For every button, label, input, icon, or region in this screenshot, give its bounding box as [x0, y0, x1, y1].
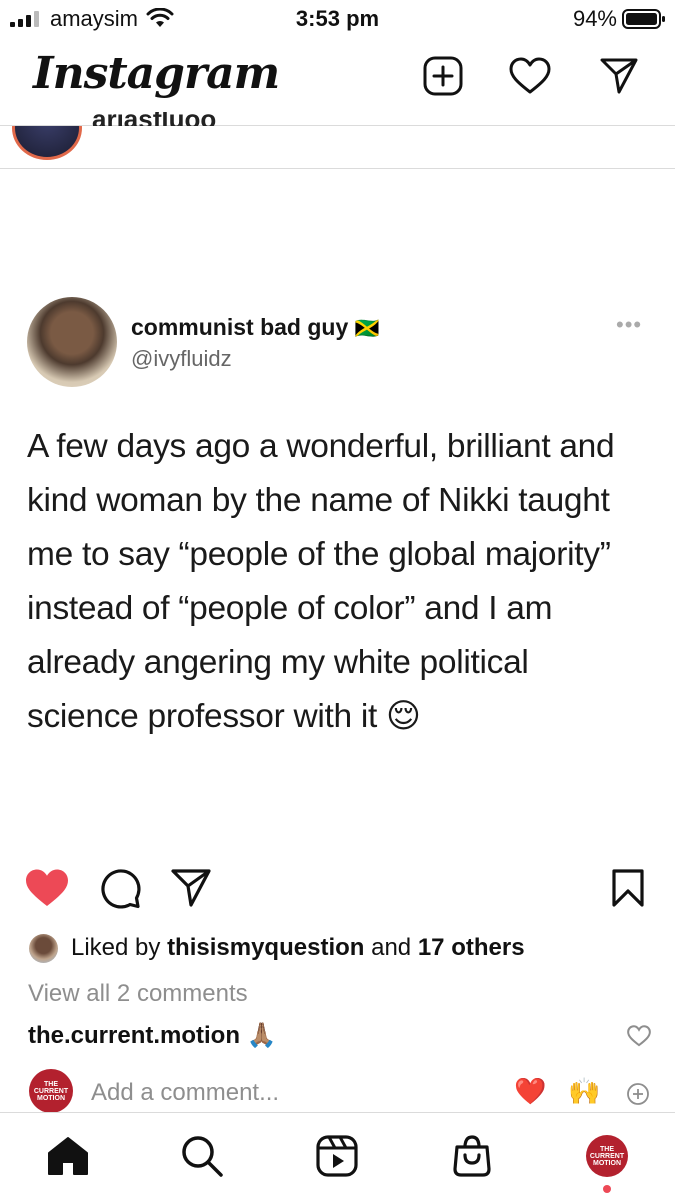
share-icon [171, 869, 211, 907]
liked-by-avatar[interactable] [29, 934, 58, 963]
share-button[interactable] [167, 864, 215, 912]
more-emoji-button[interactable] [624, 1080, 652, 1108]
reels-icon [316, 1135, 358, 1177]
heart-icon [509, 57, 551, 94]
story-divider [0, 168, 675, 169]
tweet-display-name: communist bad guy 🇯🇲 [131, 314, 380, 340]
quick-heart-emoji[interactable]: ❤️ [514, 1076, 546, 1107]
jamaica-flag-icon: 🇯🇲 [354, 318, 380, 340]
save-button[interactable] [604, 864, 652, 912]
tab-reels[interactable] [307, 1126, 367, 1186]
profile-notification-dot [603, 1185, 611, 1193]
activity-button[interactable] [508, 54, 552, 98]
home-icon [48, 1137, 88, 1175]
current-user-avatar: THE CURRENT MOTION [29, 1069, 73, 1113]
search-icon [182, 1136, 223, 1177]
like-button[interactable] [22, 864, 72, 912]
comment-text: 🙏🏽 [246, 1022, 277, 1049]
comment-username[interactable]: the.current.motion [28, 1022, 240, 1049]
story-avatar[interactable] [12, 126, 82, 160]
tweet-handle: @ivyfluidz [131, 346, 232, 371]
tab-search[interactable] [172, 1126, 232, 1186]
comment-button[interactable] [96, 864, 144, 912]
liked-by-user[interactable]: thisismyquestion [167, 934, 364, 961]
liked-by-text[interactable]: Liked by thisismyquestion and 17 others [71, 934, 525, 962]
instagram-logo: Instagram [33, 48, 280, 99]
battery-icon [622, 9, 666, 34]
shop-icon [453, 1135, 491, 1177]
new-post-button[interactable] [421, 54, 465, 98]
tabbar-divider [0, 1112, 675, 1113]
top-comment: the.current.motion 🙏🏽 [28, 1021, 277, 1050]
heart-icon [627, 1025, 651, 1047]
heart-filled-icon [26, 869, 68, 906]
tweet-avatar [27, 297, 117, 387]
tab-profile[interactable]: THE CURRENT MOTION [577, 1126, 637, 1186]
bookmark-icon [612, 869, 644, 907]
view-all-comments-link[interactable]: View all 2 comments [28, 980, 248, 1008]
quick-raised-hands-emoji[interactable]: 🙌 [568, 1076, 600, 1107]
tab-home[interactable] [38, 1126, 98, 1186]
comment-like-button[interactable] [624, 1022, 654, 1050]
tab-shop[interactable] [442, 1126, 502, 1186]
status-bar: amaysim 3:53 pm 94% [0, 0, 675, 40]
comment-icon [101, 869, 141, 909]
add-circle-icon [627, 1083, 649, 1105]
profile-avatar: THE CURRENT MOTION [586, 1135, 628, 1177]
battery-percent: 94% [572, 6, 617, 31]
story-username: ariasfluoo [92, 112, 216, 126]
tweet-more-icon: ••• [616, 312, 643, 337]
liked-by-others[interactable]: 17 others [418, 934, 525, 961]
direct-message-icon [600, 58, 638, 94]
direct-message-button[interactable] [597, 54, 641, 98]
new-post-icon [423, 56, 463, 96]
tweet-text: A few days ago a wonderful, brilliant an… [27, 428, 615, 735]
add-comment-input[interactable]: Add a comment... [91, 1079, 279, 1107]
